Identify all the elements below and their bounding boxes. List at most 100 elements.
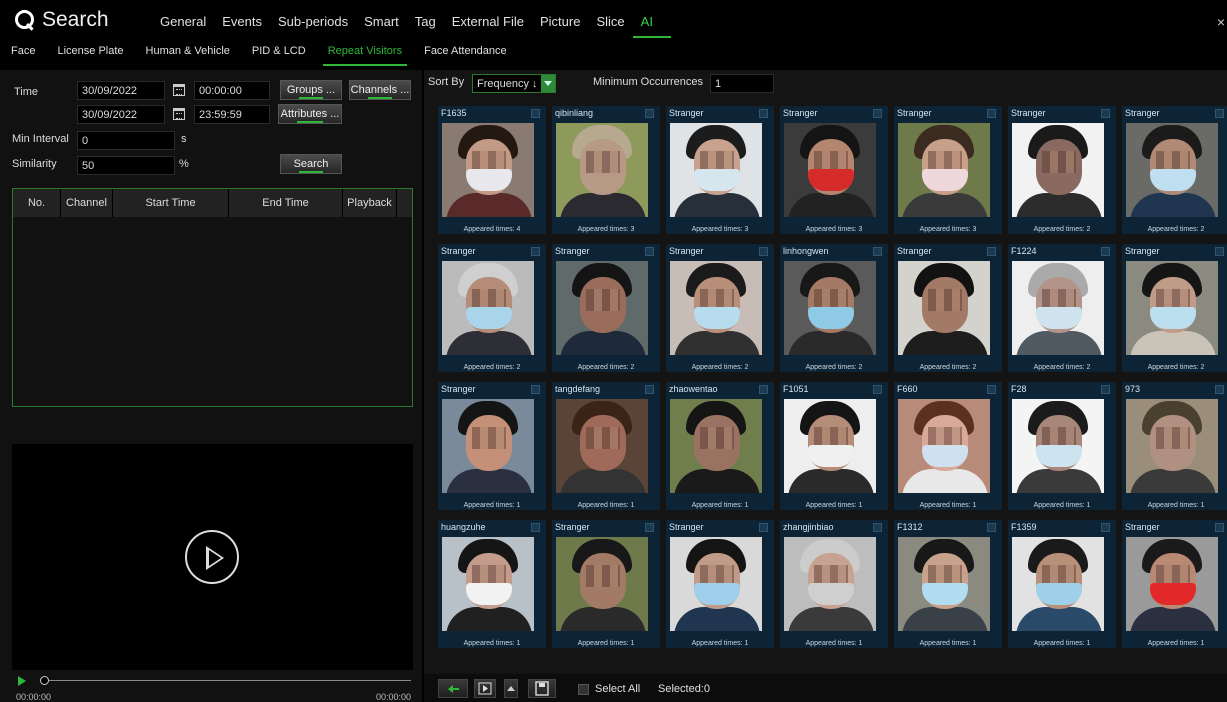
face-snapshot[interactable] [898, 261, 990, 355]
face-card-checkbox[interactable] [1101, 385, 1110, 394]
face-card[interactable]: Stranger Appeared times: 2 [1122, 244, 1227, 372]
face-card[interactable]: Stranger Appeared times: 2 [1008, 106, 1116, 234]
play-selected-button[interactable] [474, 679, 496, 698]
face-card-checkbox[interactable] [1101, 523, 1110, 532]
face-card-checkbox[interactable] [873, 523, 882, 532]
subtab-face[interactable]: Face [0, 42, 46, 64]
face-card-checkbox[interactable] [645, 109, 654, 118]
face-card[interactable]: Stranger Appeared times: 2 [666, 244, 774, 372]
subtab-repeat-visitors[interactable]: Repeat Visitors [317, 42, 413, 66]
face-card-checkbox[interactable] [987, 385, 996, 394]
select-all-checkbox[interactable] [578, 684, 589, 695]
face-card[interactable]: linhongwen Appeared times: 2 [780, 244, 888, 372]
face-card[interactable]: F1312 Appeared times: 1 [894, 520, 1002, 648]
face-card[interactable]: Stranger Appeared times: 2 [894, 244, 1002, 372]
face-card[interactable]: F1224 Appeared times: 2 [1008, 244, 1116, 372]
face-card-checkbox[interactable] [759, 247, 768, 256]
face-snapshot[interactable] [670, 537, 762, 631]
face-card[interactable]: Stranger Appeared times: 2 [1122, 106, 1227, 234]
face-snapshot[interactable] [1012, 399, 1104, 493]
face-snapshot[interactable] [442, 537, 534, 631]
calendar-icon[interactable] [173, 84, 185, 96]
face-snapshot[interactable] [1012, 537, 1104, 631]
face-snapshot[interactable] [670, 123, 762, 217]
save-button[interactable] [528, 679, 556, 698]
face-card[interactable]: qibinliang Appeared times: 3 [552, 106, 660, 234]
play-icon[interactable] [18, 676, 26, 686]
face-snapshot[interactable] [556, 261, 648, 355]
sort-by-select[interactable]: Frequency ↓ [472, 74, 556, 93]
face-card-checkbox[interactable] [873, 385, 882, 394]
face-snapshot[interactable] [784, 399, 876, 493]
playback-timeline[interactable]: 00:00:00 00:00:00 [12, 672, 413, 702]
face-card[interactable]: 973 Appeared times: 1 [1122, 382, 1227, 510]
subtab-face-attendance[interactable]: Face Attendance [413, 42, 518, 64]
face-card-checkbox[interactable] [645, 385, 654, 394]
min-occurrences-input[interactable]: 1 [710, 74, 774, 93]
more-button[interactable] [504, 679, 518, 698]
face-snapshot[interactable] [784, 537, 876, 631]
face-card-checkbox[interactable] [1101, 109, 1110, 118]
face-card[interactable]: F1635 Appeared times: 4 [438, 106, 546, 234]
face-snapshot[interactable] [1126, 123, 1218, 217]
search-button[interactable]: Search [280, 154, 342, 174]
face-card-checkbox[interactable] [873, 109, 882, 118]
tab-smart[interactable]: Smart [356, 14, 407, 38]
face-card-checkbox[interactable] [759, 385, 768, 394]
calendar-icon[interactable] [173, 108, 185, 120]
start-time-field[interactable]: 00:00:00 [194, 81, 270, 100]
face-card[interactable]: zhaowentao Appeared times: 1 [666, 382, 774, 510]
face-snapshot[interactable] [898, 537, 990, 631]
face-snapshot[interactable] [442, 261, 534, 355]
tab-slice[interactable]: Slice [588, 14, 632, 38]
attributes-button[interactable]: Attributes ... [278, 104, 342, 124]
face-card[interactable]: Stranger Appeared times: 3 [780, 106, 888, 234]
face-snapshot[interactable] [442, 123, 534, 217]
face-card[interactable]: F28 Appeared times: 1 [1008, 382, 1116, 510]
timeline-track[interactable] [49, 680, 411, 681]
face-card-checkbox[interactable] [531, 523, 540, 532]
face-card-checkbox[interactable] [531, 247, 540, 256]
face-snapshot[interactable] [1126, 399, 1218, 493]
face-card-checkbox[interactable] [531, 385, 540, 394]
face-card-checkbox[interactable] [759, 523, 768, 532]
tab-external-file[interactable]: External File [444, 14, 532, 38]
face-card-checkbox[interactable] [987, 523, 996, 532]
play-button[interactable] [185, 530, 239, 584]
face-snapshot[interactable] [556, 399, 648, 493]
face-card[interactable]: tangdefang Appeared times: 1 [552, 382, 660, 510]
face-card[interactable]: F660 Appeared times: 1 [894, 382, 1002, 510]
face-card[interactable]: F1051 Appeared times: 1 [780, 382, 888, 510]
face-snapshot[interactable] [556, 123, 648, 217]
face-card[interactable]: Stranger Appeared times: 3 [666, 106, 774, 234]
face-card-checkbox[interactable] [987, 109, 996, 118]
face-snapshot[interactable] [670, 261, 762, 355]
face-card-checkbox[interactable] [1215, 247, 1224, 256]
face-card[interactable]: F1359 Appeared times: 1 [1008, 520, 1116, 648]
timeline-handle[interactable] [40, 676, 49, 685]
groups-button[interactable]: Groups ... [280, 80, 342, 100]
video-player[interactable] [12, 444, 413, 670]
start-date-field[interactable]: 30/09/2022 [77, 81, 165, 100]
subtab-human-vehicle[interactable]: Human & Vehicle [135, 42, 241, 64]
face-card[interactable]: zhangjinbiao Appeared times: 1 [780, 520, 888, 648]
similarity-field[interactable]: 50 [77, 156, 175, 175]
face-card-checkbox[interactable] [1101, 247, 1110, 256]
face-card[interactable]: Stranger Appeared times: 3 [894, 106, 1002, 234]
face-card[interactable]: Stranger Appeared times: 2 [552, 244, 660, 372]
face-snapshot[interactable] [1126, 261, 1218, 355]
tab-tag[interactable]: Tag [407, 14, 444, 38]
face-card[interactable]: Stranger Appeared times: 1 [438, 382, 546, 510]
face-snapshot[interactable] [670, 399, 762, 493]
end-time-field[interactable]: 23:59:59 [194, 105, 270, 124]
face-snapshot[interactable] [442, 399, 534, 493]
tab-events[interactable]: Events [214, 14, 270, 38]
face-card-checkbox[interactable] [873, 247, 882, 256]
face-card[interactable]: huangzuhe Appeared times: 1 [438, 520, 546, 648]
face-card[interactable]: Stranger Appeared times: 2 [438, 244, 546, 372]
face-card-checkbox[interactable] [1215, 109, 1224, 118]
face-snapshot[interactable] [784, 123, 876, 217]
close-icon[interactable]: × [1217, 14, 1225, 30]
back-button[interactable] [438, 679, 468, 698]
tab-sub-periods[interactable]: Sub-periods [270, 14, 356, 38]
